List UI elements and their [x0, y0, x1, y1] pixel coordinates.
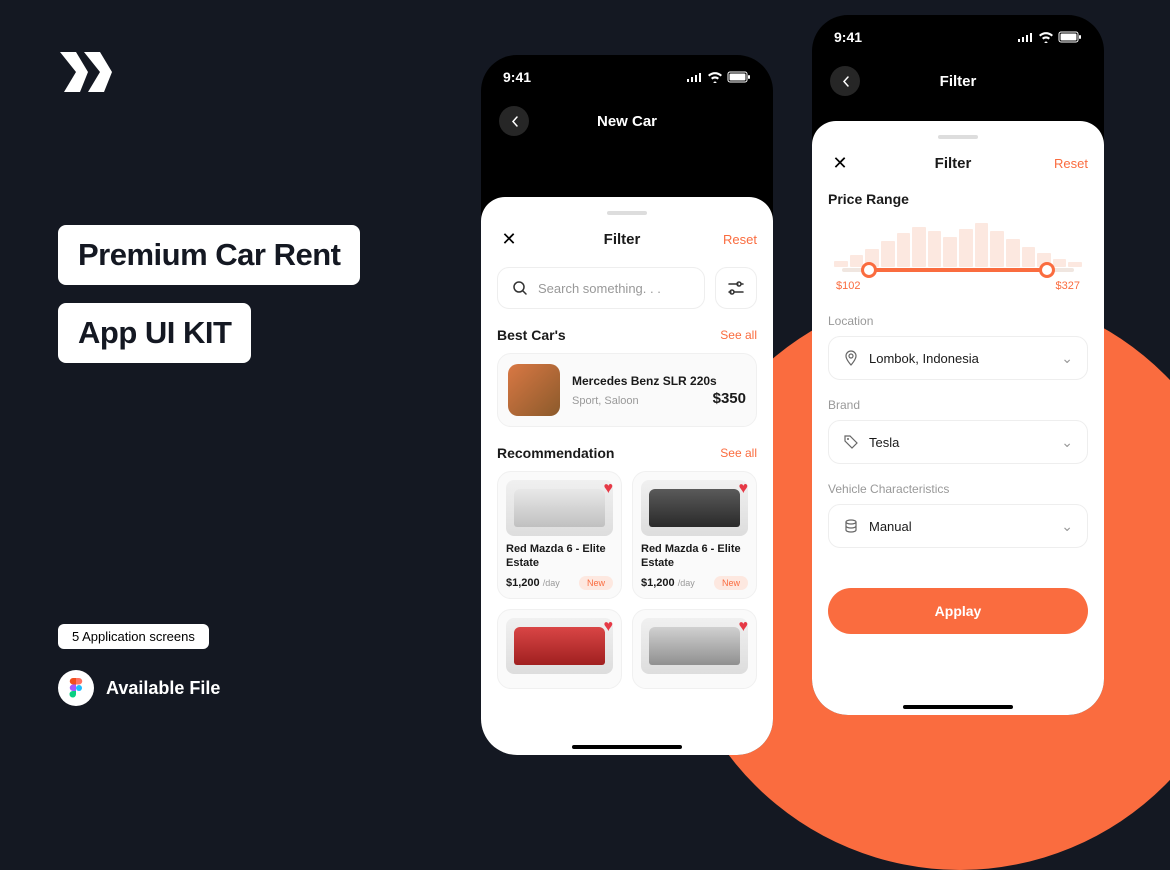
best-cars-title: Best Car's	[497, 327, 566, 343]
car-name: Red Mazda 6 - Elite Estate	[506, 542, 613, 571]
home-indicator[interactable]	[572, 745, 682, 749]
page-title: Filter	[940, 73, 977, 90]
sliders-icon	[728, 281, 744, 295]
apply-button[interactable]: Applay	[828, 588, 1088, 634]
car-image	[506, 480, 613, 536]
vehicle-label: Vehicle Characteristics	[828, 482, 1088, 496]
price-max: $327	[1056, 280, 1080, 292]
phone-filter: 9:41 Filter ✕ Filter Reset Price Range	[812, 15, 1104, 715]
close-button[interactable]: ✕	[828, 151, 852, 175]
chevron-down-icon: ⌄	[1061, 518, 1073, 535]
car-name: Red Mazda 6 - Elite Estate	[641, 542, 748, 571]
status-icons	[686, 71, 751, 83]
reset-button[interactable]: Reset	[723, 232, 757, 247]
pin-icon	[843, 350, 859, 366]
status-time: 9:41	[834, 29, 862, 45]
home-indicator[interactable]	[903, 705, 1013, 709]
title-line-2: App UI KIT	[58, 303, 251, 363]
car-image	[641, 480, 748, 536]
new-badge: New	[714, 576, 748, 590]
car-image	[506, 618, 613, 674]
status-bar: 9:41	[812, 15, 1104, 59]
slider-min-thumb[interactable]	[861, 262, 877, 278]
available-text: Available File	[106, 678, 220, 699]
heart-icon[interactable]: ♥	[739, 618, 749, 636]
logo	[58, 50, 136, 99]
car-price: $1,200 /day	[506, 577, 560, 589]
status-icons	[1017, 31, 1082, 43]
brand-value: Tesla	[869, 435, 1051, 450]
price-slider[interactable]	[842, 268, 1074, 272]
phone-new-car: 9:41 New Car ✕ Filter Reset Search somet…	[481, 55, 773, 755]
car-image	[641, 618, 748, 674]
filter-sheet: ✕ Filter Reset Price Range $102 $327 Loc…	[812, 121, 1104, 715]
close-button[interactable]: ✕	[497, 227, 521, 251]
page-title: New Car	[597, 113, 657, 130]
see-all-link[interactable]: See all	[720, 328, 757, 342]
vehicle-value: Manual	[869, 519, 1051, 534]
location-value: Lombok, Indonesia	[869, 351, 1051, 366]
status-bar: 9:41	[481, 55, 773, 99]
car-category: Sport, Saloon	[572, 395, 639, 407]
best-car-card[interactable]: Mercedes Benz SLR 220s Sport, Saloon $35…	[497, 353, 757, 427]
location-dropdown[interactable]: Lombok, Indonesia ⌄	[828, 336, 1088, 380]
brand-label: Brand	[828, 398, 1088, 412]
car-price: $350	[713, 390, 746, 407]
vehicle-dropdown[interactable]: Manual ⌄	[828, 504, 1088, 548]
status-time: 9:41	[503, 69, 531, 85]
back-button[interactable]	[830, 66, 860, 96]
database-icon	[843, 518, 859, 534]
car-price: $1,200 /day	[641, 577, 695, 589]
figma-icon	[58, 670, 94, 706]
recommendation-title: Recommendation	[497, 445, 614, 461]
car-name: Mercedes Benz SLR 220s	[572, 374, 746, 388]
slider-max-thumb[interactable]	[1039, 262, 1055, 278]
see-all-link[interactable]: See all	[720, 446, 757, 460]
search-placeholder: Search something. . .	[538, 281, 661, 296]
nav-header: New Car	[481, 99, 773, 143]
recommendation-card[interactable]: ♥ Red Mazda 6 - Elite Estate $1,200 /day…	[632, 471, 757, 599]
location-label: Location	[828, 314, 1088, 328]
car-thumbnail	[508, 364, 560, 416]
price-range-title: Price Range	[828, 191, 1088, 207]
sheet-title: Filter	[604, 231, 641, 248]
recommendation-card[interactable]: ♥	[632, 609, 757, 689]
reset-button[interactable]: Reset	[1054, 156, 1088, 171]
recommendation-card[interactable]: ♥ Red Mazda 6 - Elite Estate $1,200 /day…	[497, 471, 622, 599]
drag-handle[interactable]	[938, 135, 978, 139]
heart-icon[interactable]: ♥	[604, 480, 614, 498]
brand-dropdown[interactable]: Tesla ⌄	[828, 420, 1088, 464]
heart-icon[interactable]: ♥	[739, 480, 749, 498]
filter-button[interactable]	[715, 267, 757, 309]
search-icon	[512, 280, 528, 296]
chevron-down-icon: ⌄	[1061, 434, 1073, 451]
chevron-down-icon: ⌄	[1061, 350, 1073, 367]
price-min: $102	[836, 280, 860, 292]
price-histogram	[828, 223, 1088, 267]
drag-handle[interactable]	[607, 211, 647, 215]
available-file: Available File	[58, 670, 220, 706]
filter-sheet: ✕ Filter Reset Search something. . . Bes…	[481, 197, 773, 755]
heart-icon[interactable]: ♥	[604, 618, 614, 636]
sheet-title: Filter	[935, 155, 972, 172]
recommendation-card[interactable]: ♥	[497, 609, 622, 689]
tag-icon	[843, 434, 859, 450]
title-line-1: Premium Car Rent	[58, 225, 360, 285]
screens-badge: 5 Application screens	[58, 624, 209, 649]
new-badge: New	[579, 576, 613, 590]
search-input[interactable]: Search something. . .	[497, 267, 705, 309]
back-button[interactable]	[499, 106, 529, 136]
nav-header: Filter	[812, 59, 1104, 103]
marketing-titles: Premium Car Rent App UI KIT	[58, 225, 360, 381]
